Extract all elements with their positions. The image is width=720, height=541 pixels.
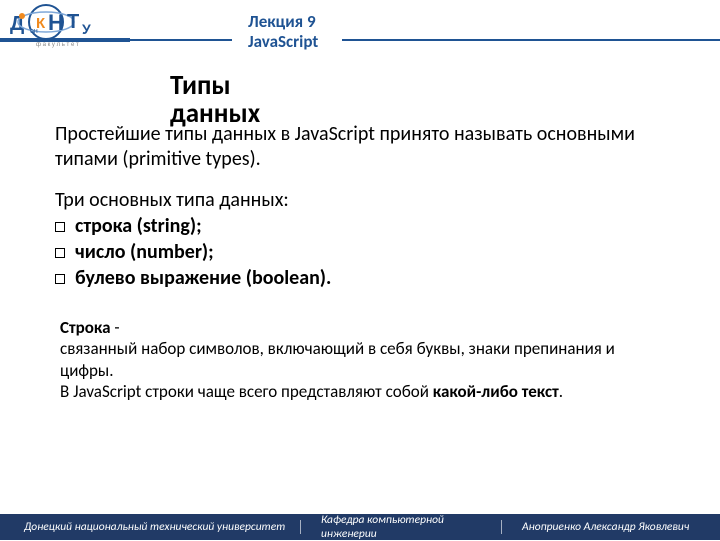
university-logo: Д К Н Т он У ф а к у л ь т е т bbox=[10, 2, 120, 59]
list-item: число (number); bbox=[55, 239, 331, 265]
checkbox-icon bbox=[55, 222, 65, 232]
lecture-subject: JavaScript bbox=[248, 32, 318, 52]
checkbox-icon bbox=[55, 274, 65, 284]
string-line1: Строка - bbox=[60, 317, 660, 338]
string-label: Строка bbox=[60, 317, 110, 338]
list-item-text: булево выражение (boolean). bbox=[75, 266, 331, 290]
lecture-number: Лекция 9 bbox=[248, 12, 318, 32]
svg-text:ф а к у л ь т е т: ф а к у л ь т е т bbox=[36, 42, 79, 48]
types-list-block: Три основных типа данных: строка (string… bbox=[55, 187, 331, 291]
svg-text:он: он bbox=[30, 28, 38, 35]
list-item-text: строка (string); bbox=[75, 214, 202, 238]
checkbox-icon bbox=[55, 248, 65, 258]
footer-author: Аноприенко Александр Яковлевич bbox=[502, 520, 720, 534]
dash: - bbox=[114, 317, 119, 338]
three-types-heading: Три основных типа данных: bbox=[55, 187, 331, 213]
section-title: Типы данных bbox=[170, 72, 260, 129]
list-item: строка (string); bbox=[55, 213, 331, 239]
svg-text:Т: Т bbox=[67, 11, 79, 33]
string-definition-block: Строка - связанный набор символов, включ… bbox=[60, 317, 660, 402]
slide-footer: Донецкий национальный технический универ… bbox=[0, 514, 720, 540]
header-divider bbox=[0, 38, 720, 42]
slide-header: Д К Н Т он У ф а к у л ь т е т Лекция 9 … bbox=[0, 0, 720, 60]
svg-text:Н: Н bbox=[48, 10, 64, 35]
list-item-text: число (number); bbox=[75, 240, 214, 264]
footer-university: Донецкий национальный технический универ… bbox=[0, 520, 300, 534]
string-example: В JavaScript строки чаще всего представл… bbox=[60, 381, 660, 402]
string-definition: связанный набор символов, включающий в с… bbox=[60, 338, 660, 381]
list-item: булево выражение (boolean). bbox=[55, 265, 331, 291]
footer-department: Кафедра компьютерной инженерии bbox=[301, 513, 501, 541]
intro-paragraph: Простейшие типы данных в JavaScript прин… bbox=[55, 122, 650, 172]
header-titles: Лекция 9 JavaScript bbox=[248, 12, 318, 53]
svg-text:У: У bbox=[82, 21, 91, 37]
